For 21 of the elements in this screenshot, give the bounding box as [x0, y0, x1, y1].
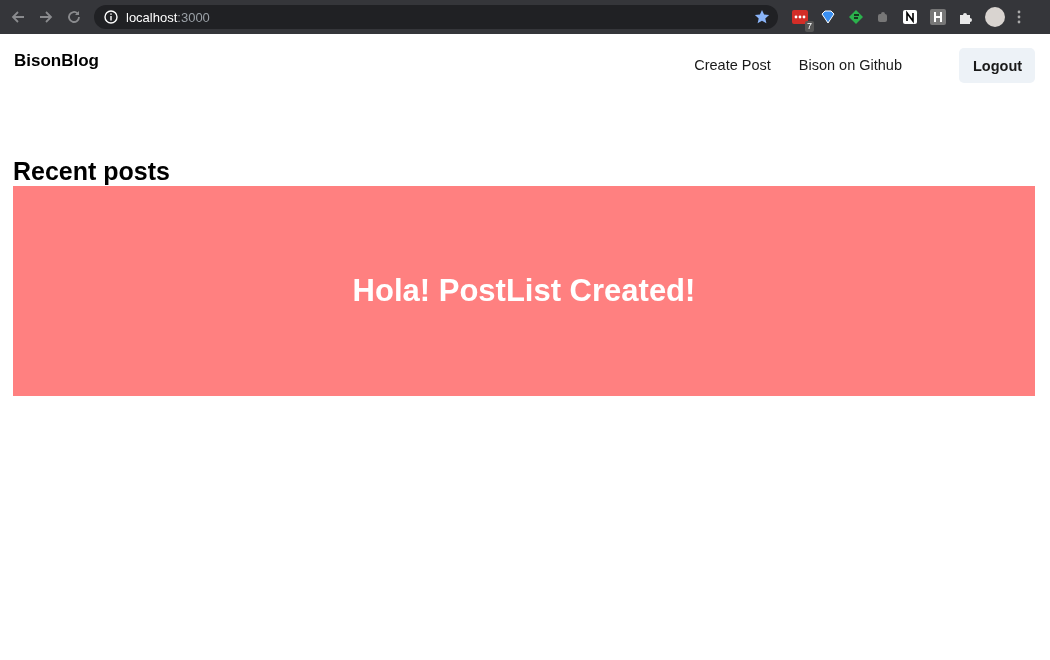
- url-port: :3000: [177, 9, 210, 25]
- star-icon[interactable]: [754, 9, 770, 25]
- diamond-icon[interactable]: [820, 9, 836, 25]
- banner-title: Hola! PostList Created!: [352, 273, 696, 309]
- dots-icon[interactable]: [792, 10, 808, 24]
- brand-link[interactable]: BisonBlog: [14, 51, 99, 71]
- back-icon[interactable]: [10, 9, 26, 25]
- avatar[interactable]: [985, 7, 1005, 27]
- reload-icon[interactable]: [66, 9, 82, 25]
- n-logo-icon[interactable]: [902, 9, 918, 25]
- nav-link[interactable]: Bison on Github: [798, 57, 902, 73]
- info-icon[interactable]: [104, 10, 118, 24]
- menu-icon[interactable]: [1017, 10, 1021, 24]
- url-host: localhost: [126, 9, 178, 25]
- section-heading: Recent posts: [13, 156, 171, 186]
- extension-badge: 7: [805, 21, 814, 32]
- forward-icon[interactable]: [38, 9, 54, 25]
- address-bar[interactable]: localhost:3000: [94, 5, 778, 29]
- logout-button[interactable]: Logout: [959, 48, 1035, 83]
- h-logo-icon[interactable]: [930, 9, 946, 25]
- nav-link[interactable]: Create Post: [694, 57, 771, 73]
